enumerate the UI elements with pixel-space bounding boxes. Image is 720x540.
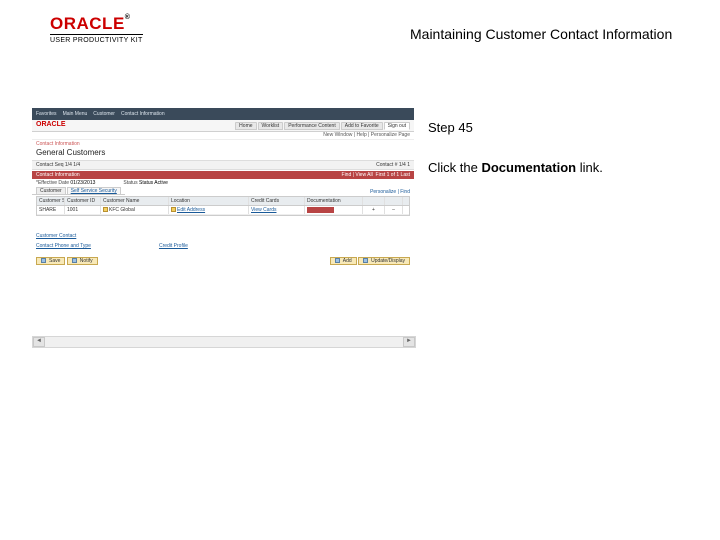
horizontal-scrollbar[interactable]: ◄ ► (32, 336, 416, 348)
update-button[interactable]: Update/Display (358, 257, 410, 265)
brand-subtitle: USER PRODUCTIVITY KIT (50, 34, 143, 44)
personalize-link[interactable]: Personalize | Find (366, 189, 414, 195)
tab-signout[interactable]: Sign out (384, 122, 410, 130)
lookup-icon[interactable] (103, 207, 108, 212)
breadcrumb[interactable]: Main Menu (63, 111, 88, 117)
credit-profile-link[interactable]: Credit Profile (155, 241, 192, 251)
lookup-icon[interactable] (171, 207, 176, 212)
tab-worklist[interactable]: Worklist (258, 122, 284, 130)
documentation-link[interactable] (307, 207, 334, 213)
tab-fav[interactable]: Add to Favorite (341, 122, 383, 130)
breadcrumb[interactable]: Customer (93, 111, 115, 117)
save-button[interactable]: Save (36, 257, 65, 265)
phone-link[interactable]: Contact Phone and Type (32, 241, 95, 251)
kv-row: *Effective Date 01/23/2013 Status Status… (32, 179, 414, 187)
add-icon (335, 258, 340, 263)
brand-logo: ORACLE® (50, 14, 130, 34)
breadcrumb[interactable]: Favorites (36, 111, 57, 117)
footer-bar: Save Notify Add Update/Display (36, 257, 410, 266)
notify-button[interactable]: Notify (67, 257, 98, 265)
table-header: Customer SetID Customer ID Customer Name… (37, 197, 409, 206)
app-top-nav: Favorites Main Menu Customer Contact Inf… (32, 108, 414, 120)
app-info-strip: Contact Seq 1/4 1/4Contact # 1/4 1 (32, 160, 414, 170)
tab-customer[interactable]: Customer (36, 187, 66, 194)
section-bar: Contact Information Find | View All Firs… (32, 171, 414, 179)
step-instruction: Click the Documentation link. (428, 160, 603, 175)
notify-icon (72, 258, 77, 263)
scroll-left-icon[interactable]: ◄ (33, 337, 45, 347)
app-tabs: Home Worklist Performance Content Add to… (235, 122, 410, 130)
scroll-right-icon[interactable]: ► (403, 337, 415, 347)
tab-perf[interactable]: Performance Content (284, 122, 340, 130)
app-subtitle: Contact Information (32, 140, 414, 148)
app-page-title: General Customers (32, 148, 414, 160)
app-screenshot: Favorites Main Menu Customer Contact Inf… (32, 108, 414, 348)
add-button[interactable]: Add (330, 257, 357, 265)
page-title: Maintaining Customer Contact Information (410, 26, 672, 42)
customer-table: Customer SetID Customer ID Customer Name… (36, 196, 410, 216)
app-user-row[interactable]: New Window | Help | Personalize Page (32, 132, 414, 140)
app-brand-row: ORACLE Home Worklist Performance Content… (32, 120, 414, 132)
tab-home[interactable]: Home (235, 122, 256, 130)
tab-selfservice[interactable]: Self Service Security (67, 187, 121, 194)
save-icon (41, 258, 46, 263)
update-icon (363, 258, 368, 263)
app-logo: ORACLE (36, 121, 66, 129)
section-link[interactable]: Customer Contact (32, 231, 414, 241)
breadcrumb[interactable]: Contact Information (121, 111, 165, 117)
step-label: Step 45 (428, 120, 473, 135)
table-row: SHARE 1001 KFC Global Edit Address View … (37, 206, 409, 215)
sub-tabs: Customer Self Service Security (32, 187, 125, 195)
